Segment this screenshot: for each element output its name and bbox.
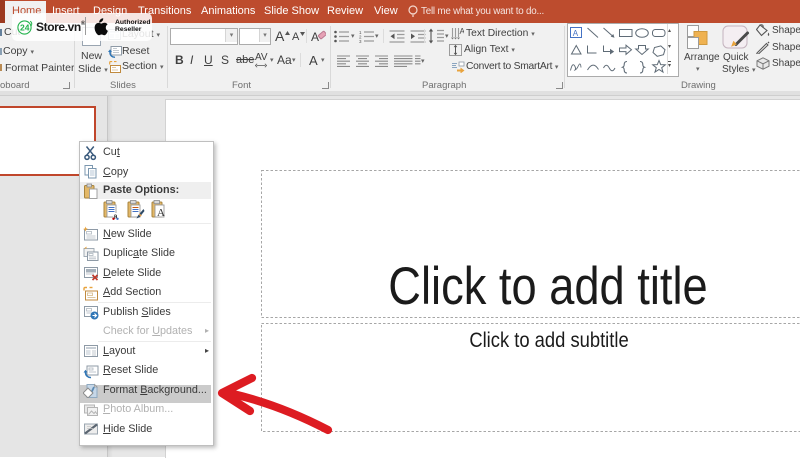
svg-text:24: 24	[20, 23, 30, 33]
svg-text:A: A	[573, 29, 579, 38]
svg-text:A: A	[460, 27, 465, 36]
svg-text:A: A	[157, 207, 165, 219]
svg-text:A: A	[311, 30, 319, 43]
svg-text:3: 3	[359, 39, 362, 43]
